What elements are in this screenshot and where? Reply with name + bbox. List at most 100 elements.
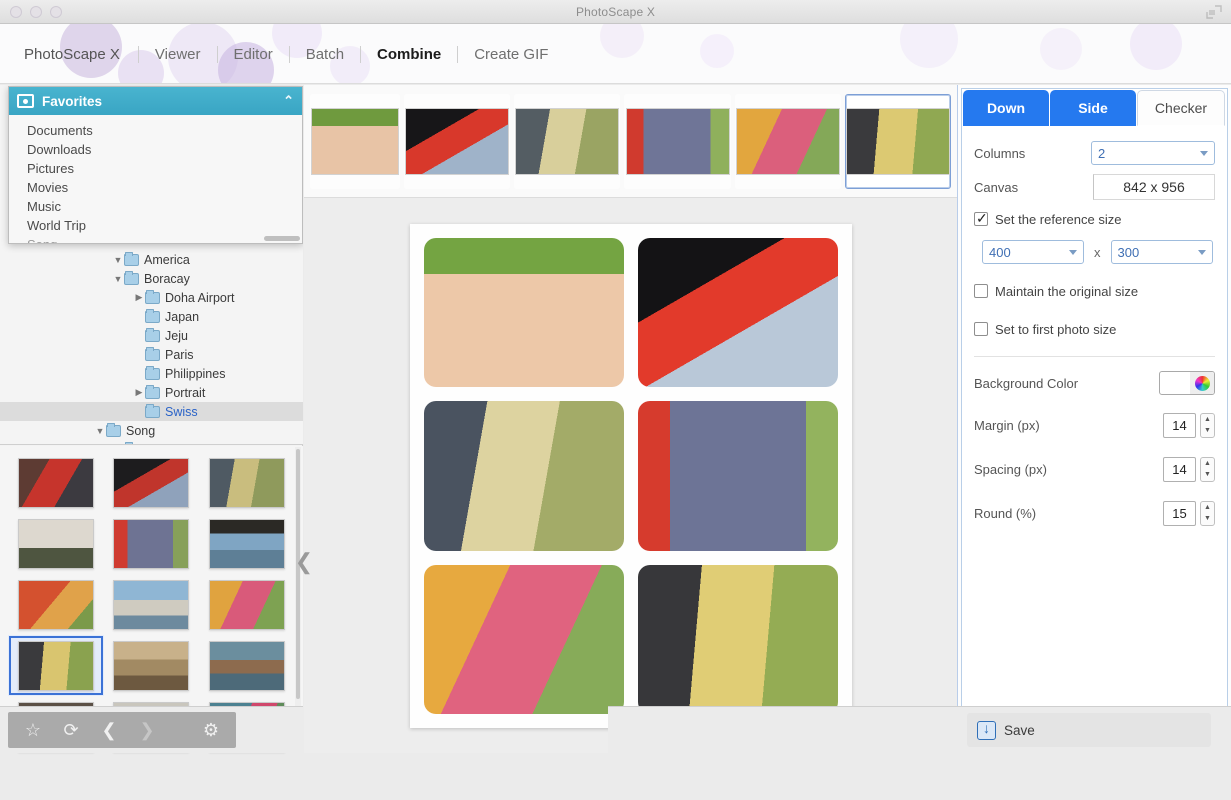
tree-row[interactable]: ▶ Paris xyxy=(0,345,303,364)
thumbnail-cell[interactable] xyxy=(8,574,104,635)
color-wheel-icon[interactable] xyxy=(1190,372,1214,394)
collage-image-berry-punnet-tray[interactable] xyxy=(637,238,838,388)
favorite-star-icon[interactable]: ☆ xyxy=(16,715,50,745)
nav-item-combine[interactable]: Combine xyxy=(361,46,457,63)
tab-side[interactable]: Side xyxy=(1050,90,1136,126)
collage-image-blackberry-in-hand[interactable] xyxy=(423,238,624,388)
margin-stepper[interactable]: ▲ ▼ xyxy=(1200,412,1215,438)
twisty-down-icon[interactable]: ▼ xyxy=(94,426,106,436)
collage-image-flower-bouquets[interactable] xyxy=(423,564,624,714)
favorite-item-song[interactable]: Song xyxy=(9,235,302,243)
collage-canvas[interactable] xyxy=(409,224,852,728)
thumbnail-cell[interactable] xyxy=(199,452,295,513)
filmstrip-blackberry-in-hand[interactable] xyxy=(311,107,399,175)
thumb-flower-bouquets[interactable] xyxy=(209,579,286,630)
round-stepper[interactable]: ▲ ▼ xyxy=(1200,500,1215,526)
thumbnail-cell[interactable] xyxy=(104,635,200,696)
tree-row[interactable]: ▼ Boracay xyxy=(0,269,303,288)
twisty-down-icon[interactable]: ▼ xyxy=(112,255,124,265)
first-photo-size-row[interactable]: Set to first photo size xyxy=(974,314,1215,344)
filmstrip-flower-bouquets[interactable] xyxy=(735,107,840,175)
columns-select[interactable]: 2 xyxy=(1091,141,1215,165)
filmstrip-cell[interactable] xyxy=(514,93,621,189)
collage-image-flower-market-crowd[interactable] xyxy=(423,401,624,551)
thumbnail-cell[interactable] xyxy=(199,635,295,696)
filmstrip-blueberry-crates[interactable] xyxy=(625,107,730,175)
tree-row[interactable]: ▶ Philippines xyxy=(0,364,303,383)
thumbnail-cell-selected[interactable] xyxy=(8,635,104,696)
thumbnail-grid-scrollbar[interactable] xyxy=(295,447,301,737)
fullscreen-icon[interactable] xyxy=(1205,4,1223,20)
tab-checker[interactable]: Checker xyxy=(1137,90,1225,126)
favorites-header[interactable]: Favorites ⌃ xyxy=(9,87,302,115)
nav-item-batch[interactable]: Batch xyxy=(290,46,360,63)
filmstrip-cell[interactable] xyxy=(624,93,731,189)
maintain-original-row[interactable]: Maintain the original size xyxy=(974,276,1215,306)
folder-tree[interactable]: ▼ America ▼ Boracay ▶ Doha Airport ▶ Jap… xyxy=(0,85,303,445)
nav-item-editor[interactable]: Editor xyxy=(218,46,289,63)
nav-item-create-gif[interactable]: Create GIF xyxy=(458,46,564,63)
reference-height-select[interactable]: 300 xyxy=(1110,240,1213,264)
twisty-right-icon[interactable]: ▶ xyxy=(133,387,145,398)
reference-size-checkbox-row[interactable]: Set the reference size xyxy=(974,204,1215,234)
filmstrip-cell[interactable] xyxy=(404,93,511,189)
thumbnail-cell[interactable] xyxy=(199,513,295,574)
gear-icon[interactable]: ⚙ xyxy=(194,715,228,745)
first-photo-size-checkbox[interactable] xyxy=(974,322,988,336)
filmstrip-flower-market-crowd[interactable] xyxy=(515,107,620,175)
reference-width-select[interactable]: 400 xyxy=(982,240,1084,264)
spacing-stepper[interactable]: ▲ ▼ xyxy=(1200,456,1215,482)
favorite-item-movies[interactable]: Movies xyxy=(9,178,302,197)
filmstrip-cell[interactable] xyxy=(310,93,400,189)
tab-down[interactable]: Down xyxy=(963,90,1049,126)
forward-arrow-icon[interactable]: ❯ xyxy=(130,715,164,745)
save-button[interactable]: Save xyxy=(967,713,1211,747)
margin-input[interactable]: 14 xyxy=(1163,412,1196,438)
thumb-woman-at-flower-stand[interactable] xyxy=(17,640,94,691)
favorite-item-world-trip[interactable]: World Trip xyxy=(9,216,302,235)
thumbnail-cell[interactable] xyxy=(104,513,200,574)
twisty-right-icon[interactable]: ▶ xyxy=(133,292,145,303)
refresh-icon[interactable]: ⟳ xyxy=(54,715,88,745)
back-arrow-icon[interactable]: ❮ xyxy=(92,715,126,745)
tree-row[interactable]: ▶ 2013FW xyxy=(0,440,303,444)
reference-size-checkbox[interactable] xyxy=(974,210,988,226)
thumb-market-stall-red[interactable] xyxy=(17,457,94,508)
favorites-list[interactable]: Documents Downloads Pictures Movies Musi… xyxy=(9,115,302,243)
twisty-down-icon[interactable]: ▼ xyxy=(112,274,124,284)
thumbnail-cell[interactable] xyxy=(199,574,295,635)
spacing-input[interactable]: 14 xyxy=(1163,456,1196,482)
filmstrip-woman-at-flower-stand[interactable] xyxy=(845,107,950,175)
round-input[interactable]: 15 xyxy=(1163,500,1196,526)
reference-size-inputs[interactable]: 400 x 300 xyxy=(974,234,1215,268)
favorite-item-music[interactable]: Music xyxy=(9,197,302,216)
tree-row-swiss[interactable]: ▶ Swiss xyxy=(0,402,303,421)
favorite-item-documents[interactable]: Documents xyxy=(9,121,302,140)
maintain-original-checkbox[interactable] xyxy=(974,284,988,298)
collage-image-woman-at-flower-stand[interactable] xyxy=(637,564,838,714)
thumbnail-grid[interactable] xyxy=(0,446,303,752)
collage-image-blueberry-crates[interactable] xyxy=(637,401,838,551)
thumbnail-cell[interactable] xyxy=(104,452,200,513)
tree-row[interactable]: ▼ America xyxy=(0,250,303,269)
tree-row[interactable]: ▶ Japan xyxy=(0,307,303,326)
layout-mode-tabs[interactable]: Down Side Checker xyxy=(963,90,1226,126)
thumb-berry-crates-green[interactable] xyxy=(113,518,190,569)
tree-row[interactable]: ▶ Doha Airport xyxy=(0,288,303,307)
filmstrip-berry-punnet-tray[interactable] xyxy=(405,107,510,175)
filmstrip[interactable] xyxy=(304,85,957,198)
nav-item-viewer[interactable]: Viewer xyxy=(139,46,217,63)
filmstrip-cell[interactable] xyxy=(734,93,841,189)
thumb-lakeside-town[interactable] xyxy=(113,579,190,630)
favorite-item-downloads[interactable]: Downloads xyxy=(9,140,302,159)
favorite-item-pictures[interactable]: Pictures xyxy=(9,159,302,178)
filmstrip-cell-selected[interactable] xyxy=(844,93,952,189)
thumbnail-cell[interactable] xyxy=(104,574,200,635)
thumb-white-building-hedge[interactable] xyxy=(17,518,94,569)
tree-row[interactable]: ▼ Song xyxy=(0,421,303,440)
favorites-scrollbar[interactable] xyxy=(264,236,300,241)
thumb-chapel-bridge-tower[interactable] xyxy=(209,640,286,691)
chevron-up-icon[interactable]: ⌃ xyxy=(283,93,294,109)
thumb-lucerne-bridge-river[interactable] xyxy=(209,518,286,569)
thumb-flower-market-crowd[interactable] xyxy=(209,457,286,508)
